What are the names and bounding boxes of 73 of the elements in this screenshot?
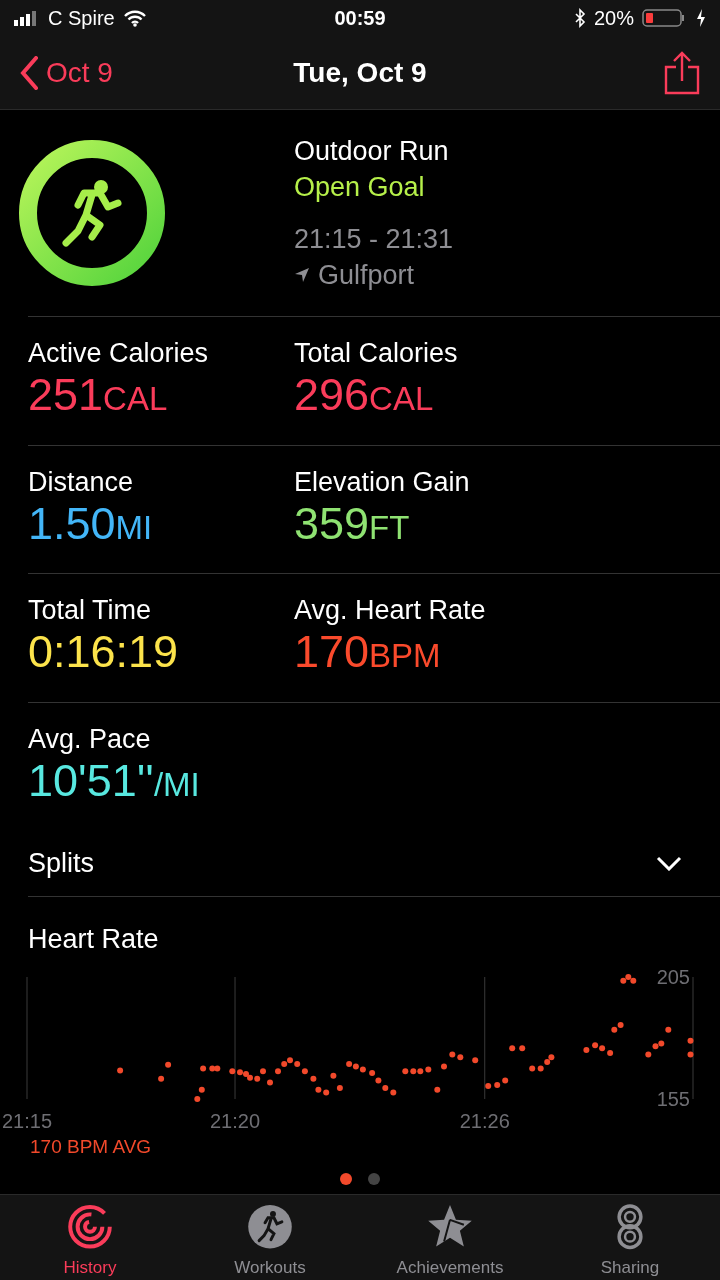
share-icon[interactable] <box>664 50 700 95</box>
activity-ring-icon <box>18 138 166 287</box>
bluetooth-icon <box>573 8 586 28</box>
splits-label: Splits <box>28 846 95 880</box>
page-dot[interactable] <box>368 1173 380 1186</box>
location-name: Gulfport <box>318 258 415 292</box>
metric-value: 10'51'' <box>28 754 154 807</box>
screen-title: Tue, Oct 9 <box>292 55 428 90</box>
data-point <box>519 1045 526 1052</box>
tab-button[interactable]: History <box>0 1195 180 1280</box>
tab-button[interactable]: Sharing <box>540 1195 720 1280</box>
metric-unit: FT <box>369 507 410 548</box>
data-point <box>665 1027 672 1033</box>
history-rings-icon <box>66 1203 114 1251</box>
tab-button[interactable]: Workouts <box>180 1195 360 1280</box>
metric-value: 1.50 <box>28 497 116 550</box>
tab-button[interactable]: Achievements <box>360 1195 540 1280</box>
wifi-icon <box>122 9 147 27</box>
runner-icon <box>246 1203 294 1251</box>
metric-unit: CAL <box>103 378 168 419</box>
y-tick-label: 205 <box>656 966 690 989</box>
data-point <box>117 1067 124 1074</box>
battery-percent: 20% <box>593 6 634 31</box>
workout-type: Outdoor Run <box>294 134 450 168</box>
metric-value: 170 <box>294 626 370 679</box>
data-point <box>509 1045 516 1052</box>
charging-icon <box>696 9 706 27</box>
back-link[interactable]: Oct 9 <box>20 51 220 94</box>
metric-unit: CAL <box>369 378 434 419</box>
data-point <box>687 1051 694 1058</box>
metric-value: 296 <box>294 368 370 421</box>
average-label: 170 BPM AVG <box>30 1136 152 1158</box>
data-point <box>441 1063 447 1070</box>
data-point <box>330 1073 337 1080</box>
metric-label: Distance <box>28 465 135 498</box>
data-point <box>165 1062 172 1069</box>
chevron-icon[interactable] <box>656 855 682 872</box>
data-point <box>485 1083 492 1090</box>
x-tick-label: 21:26 <box>459 1110 510 1133</box>
metric-label: Avg. Pace <box>28 722 152 755</box>
data-point <box>200 1065 207 1072</box>
time-range: 21:15 - 21:31 <box>294 222 454 256</box>
data-point <box>310 1076 317 1082</box>
page-dot[interactable] <box>340 1173 352 1186</box>
location-arrow-icon <box>294 266 310 283</box>
metric-unit: BPM <box>369 636 441 677</box>
carrier-name: C Spire <box>48 6 115 31</box>
status-time: 00:59 <box>333 6 387 31</box>
data-point <box>687 1038 694 1044</box>
metric-unit: MI <box>115 507 153 548</box>
data-point <box>472 1057 479 1064</box>
metric-value: 359 <box>294 497 370 550</box>
data-point <box>194 1096 201 1103</box>
data-point <box>434 1087 441 1093</box>
chart-title: Heart Rate <box>28 922 160 956</box>
metric-label: Total Time <box>28 594 153 627</box>
metric-label: Avg. Heart Rate <box>294 594 487 627</box>
goal-label: Open Goal <box>294 170 426 204</box>
data-point <box>158 1076 165 1082</box>
metric-unit: /MI <box>153 764 200 805</box>
x-tick-label: 21:15 <box>1 1110 53 1133</box>
data-point <box>336 1085 343 1092</box>
metric-label: Total Calories <box>294 336 459 369</box>
metric-value: 0:16:19 <box>28 626 179 679</box>
metric-label: Elevation Gain <box>294 465 471 498</box>
data-point <box>198 1087 205 1093</box>
metric-value: 251 <box>28 368 104 421</box>
data-point <box>583 1047 590 1054</box>
x-tick-label: 21:20 <box>210 1110 261 1133</box>
metric-label: Active Calories <box>28 336 210 369</box>
data-point <box>267 1079 273 1086</box>
y-tick-label: 155 <box>656 1088 690 1111</box>
back-chevron-icon <box>20 55 38 90</box>
